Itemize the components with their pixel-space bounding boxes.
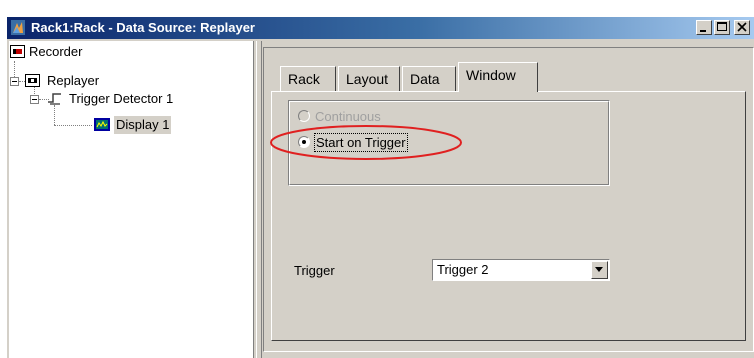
tree-connector — [54, 125, 92, 126]
window-title: Rack1:Rack - Data Source: Replayer — [31, 20, 255, 35]
dropdown-arrow-icon[interactable] — [591, 261, 608, 279]
expand-collapse-icon[interactable] — [30, 95, 39, 104]
tree-view[interactable]: Recorder Replayer Trigger Detector 1 Dis… — [9, 41, 254, 358]
trigger-label: Trigger — [294, 263, 335, 278]
title-bar[interactable]: Rack1:Rack - Data Source: Replayer — [7, 17, 754, 39]
replayer-icon — [25, 74, 40, 87]
display-icon — [94, 118, 110, 131]
tree-connector — [54, 105, 55, 125]
tab-window[interactable]: Window — [458, 62, 538, 92]
radio-button[interactable] — [298, 136, 310, 148]
close-icon[interactable] — [734, 20, 750, 35]
tab-layout[interactable]: Layout — [338, 66, 400, 92]
recorder-icon — [10, 45, 25, 58]
tab-rack[interactable]: Rack — [280, 66, 336, 92]
maximize-icon[interactable] — [714, 20, 730, 35]
trigger-select-value: Trigger 2 — [437, 262, 489, 277]
expand-collapse-icon[interactable] — [10, 77, 19, 86]
trigger-detector-icon — [48, 93, 61, 105]
app-icon — [11, 20, 25, 35]
trigger-select[interactable]: Trigger 2 — [432, 259, 610, 281]
minimize-icon[interactable] — [696, 20, 712, 35]
radio-button[interactable] — [298, 110, 310, 122]
tab-data[interactable]: Data — [402, 66, 456, 92]
